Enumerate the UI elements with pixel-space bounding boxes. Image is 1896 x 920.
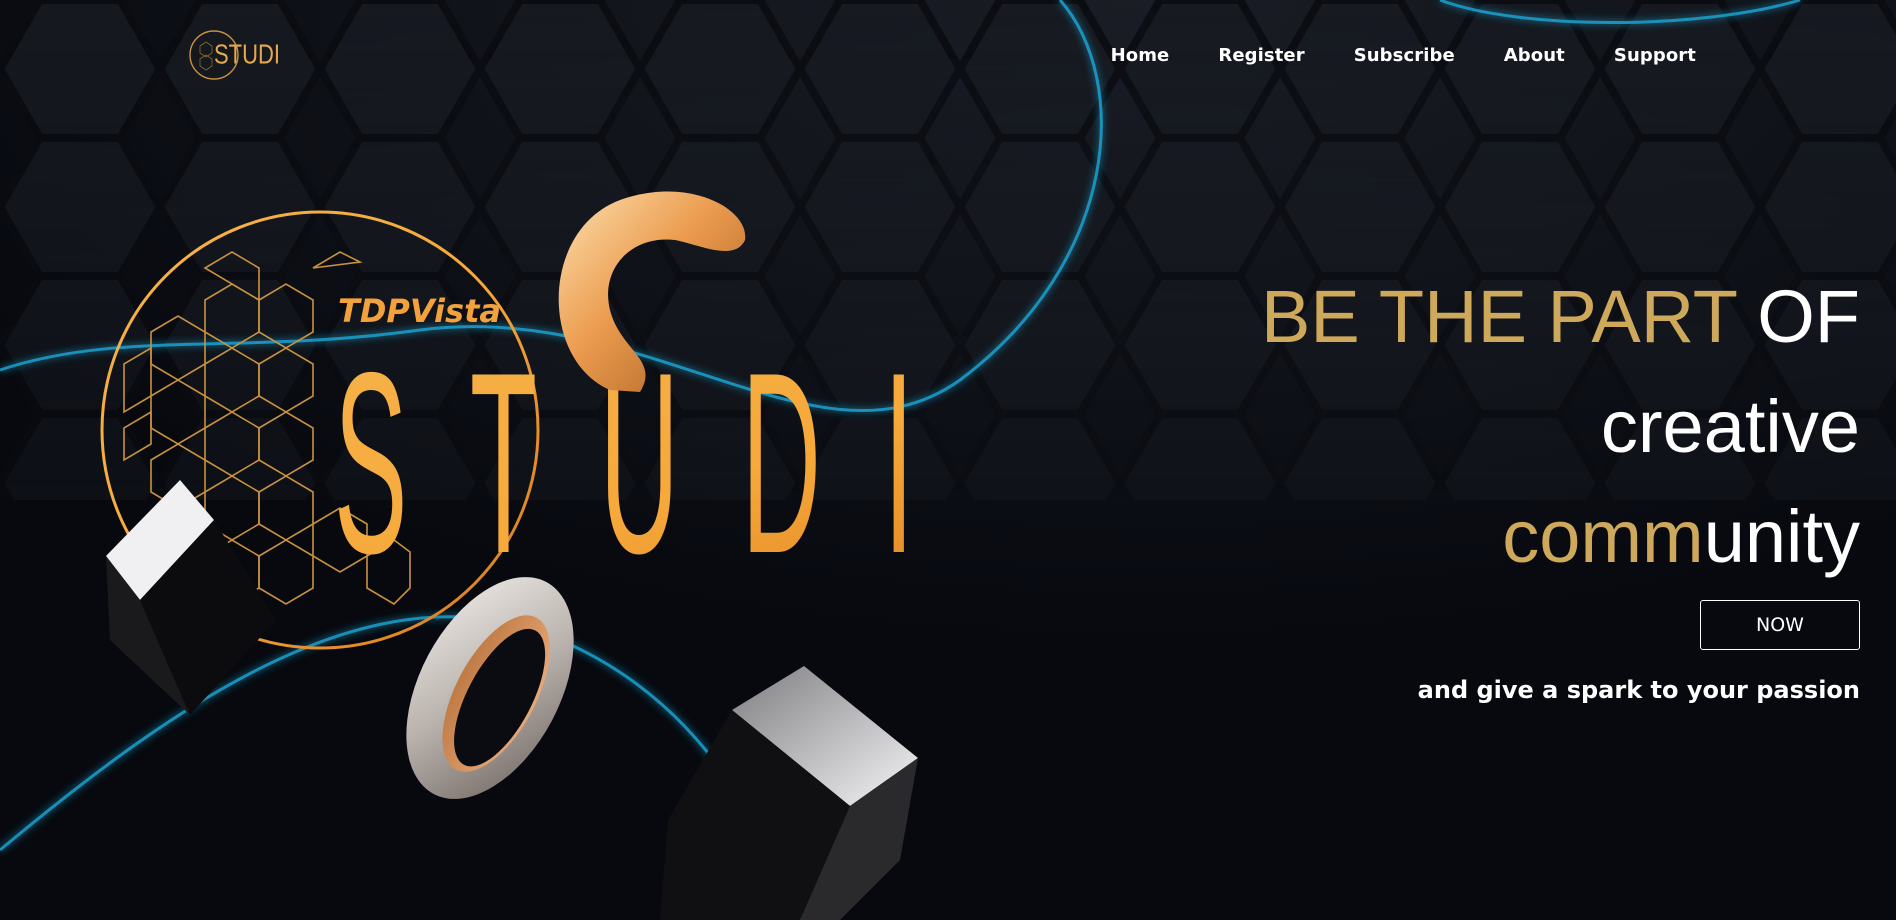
headline-line3-white: unity [1703,495,1860,578]
now-button[interactable]: NOW [1700,600,1860,650]
headline-line-3: community [1261,482,1860,592]
nav-item-about[interactable]: About [1504,45,1565,66]
headline-white-part: OF [1757,275,1860,358]
nav-item-subscribe[interactable]: Subscribe [1354,45,1455,66]
hero-tagline: and give a spark to your passion [1417,676,1860,704]
headline-line-2: creative [1600,385,1860,468]
headline-line-1: BE THE PART OF [1261,262,1860,372]
top-navbar: STUDIOS Home Register Subscribe About Su… [0,0,1896,115]
hero-brand-main: STUDIOS [334,319,960,608]
headline-line3-gold: comm [1502,495,1704,578]
nav-item-register[interactable]: Register [1218,45,1304,66]
logo-text: STUDIOS [214,39,280,70]
studios-logo[interactable]: STUDIOS [188,26,280,84]
cube-shape-left [106,480,276,715]
cube-shape-bottom [660,666,918,920]
headline-gold-part: BE THE PART [1260,275,1758,358]
main-nav: Home Register Subscribe About Support [1062,45,1696,66]
hero-studios-logo-art: TDPVista STUDIOS [100,191,960,920]
nav-item-home[interactable]: Home [1111,45,1170,66]
hero-headline: BE THE PART OF creative community [1261,262,1860,592]
nav-item-support[interactable]: Support [1614,45,1696,66]
